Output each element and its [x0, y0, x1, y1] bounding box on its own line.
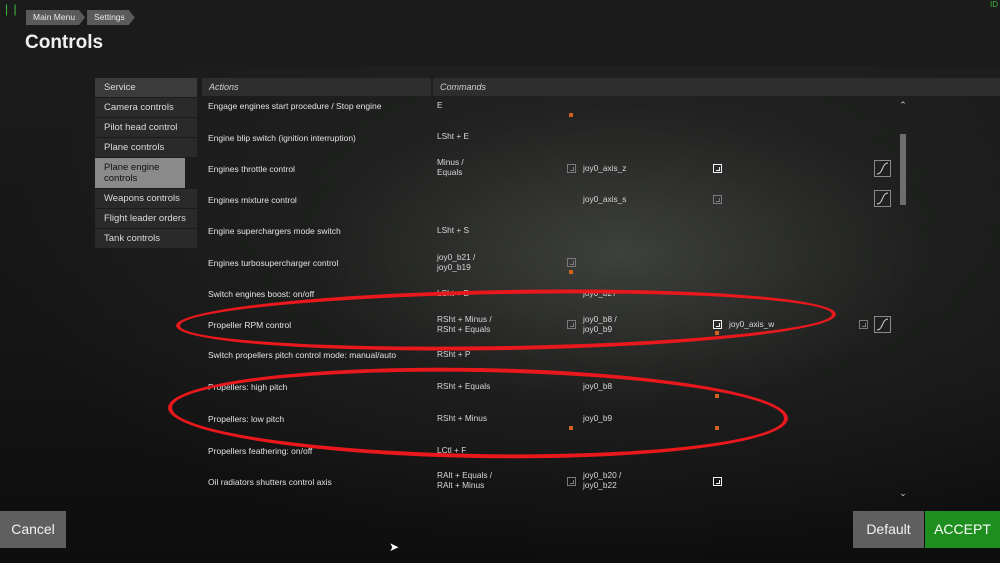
command-primary[interactable]: RSht + P [437, 349, 470, 359]
table-row[interactable]: Switch propellers pitch control mode: ma… [202, 346, 902, 377]
page-title: Controls [25, 32, 104, 53]
command-tertiary[interactable]: joy0_axis_w [729, 319, 774, 329]
command-primary[interactable]: joy0_b21 / joy0_b19 [437, 252, 489, 272]
binding-indicator[interactable] [715, 426, 719, 430]
category-sidebar: Service Camera controls Pilot head contr… [95, 78, 197, 249]
command-primary[interactable]: RAlt + Equals / RAlt + Minus [437, 470, 502, 490]
table-row[interactable]: Propellers: low pitch RSht + Minus joy0_… [202, 409, 902, 440]
action-label: Engines turbosupercharger control [208, 258, 339, 268]
command-primary[interactable]: Minus / Equals [437, 157, 485, 177]
table-row[interactable]: Propellers: high pitch RSht + Equals joy… [202, 377, 902, 408]
breadcrumb-settings[interactable]: Settings [87, 10, 135, 25]
command-secondary[interactable]: joy0_axis_s [583, 194, 626, 204]
table-row[interactable]: Propeller RPM control RSht + Minus / RSh… [202, 310, 902, 341]
scrollbar-thumb[interactable] [900, 134, 906, 205]
gamepad-icon[interactable] [567, 477, 576, 486]
accept-button[interactable]: ACCEPT [925, 511, 1000, 548]
action-label: Engines throttle control [208, 164, 295, 174]
default-button[interactable]: Default [853, 511, 924, 548]
sidebar-item-service[interactable]: Service [95, 78, 197, 97]
response-curve-icon[interactable] [874, 316, 891, 333]
action-label: Propellers feathering: on/off [208, 446, 313, 456]
action-label: Switch engines boost: on/off [208, 289, 315, 299]
gamepad-icon[interactable] [713, 477, 722, 486]
command-secondary[interactable]: joy0_b8 [583, 381, 612, 391]
fps-indicator: ID [990, 0, 998, 9]
command-primary[interactable]: RSht + Minus [437, 413, 487, 423]
command-primary[interactable]: LSht + B [437, 288, 469, 298]
gamepad-icon[interactable] [713, 195, 722, 204]
action-label: Engines mixture control [208, 195, 297, 205]
top-bar: | | ID Main Menu Settings Controls [0, 0, 1000, 66]
sidebar-item-flight-leader-orders[interactable]: Flight leader orders [95, 209, 197, 228]
binding-indicator[interactable] [715, 394, 719, 398]
gamepad-icon[interactable] [567, 320, 576, 329]
scroll-down-icon[interactable]: ⌄ [898, 488, 908, 498]
table-row[interactable]: Engines throttle control Minus / Equals … [202, 155, 902, 186]
table-row[interactable]: Engage engines start procedure / Stop en… [202, 97, 902, 128]
table-row[interactable]: Engine superchargers mode switch LSht + … [202, 222, 902, 253]
table-scrollbar[interactable]: ⌃ ⌄ [898, 100, 908, 498]
action-label: Oil radiators shutters control axis [208, 477, 332, 487]
mouse-cursor-icon: ➤ [389, 540, 400, 554]
action-label: Engine blip switch (ignition interruptio… [208, 133, 356, 143]
actions-column-header: Actions [202, 78, 431, 96]
sidebar-item-tank-controls[interactable]: Tank controls [95, 229, 197, 248]
command-secondary[interactable]: joy0_b8 / joy0_b9 [583, 314, 633, 334]
response-curve-icon[interactable] [874, 160, 891, 177]
sidebar-item-pilot-head-control[interactable]: Pilot head control [95, 118, 197, 137]
action-label: Engage engines start procedure / Stop en… [208, 101, 382, 111]
gamepad-icon[interactable] [859, 320, 868, 329]
cancel-button[interactable]: Cancel [0, 511, 66, 548]
command-primary[interactable]: RSht + Minus / RSht + Equals [437, 314, 507, 334]
gamepad-icon[interactable] [713, 164, 722, 173]
action-label: Engine superchargers mode switch [208, 226, 341, 236]
command-primary[interactable]: LSht + S [437, 225, 469, 235]
command-secondary[interactable]: joy0_b20 / joy0_b22 [583, 470, 633, 490]
action-label: Switch propellers pitch control mode: ma… [208, 350, 397, 360]
action-label: Propellers: low pitch [208, 414, 285, 424]
binding-indicator[interactable] [569, 113, 573, 117]
gamepad-icon[interactable] [567, 164, 576, 173]
table-row[interactable]: Engines turbosupercharger control joy0_b… [202, 250, 902, 281]
commands-column-header: Commands [433, 78, 1000, 96]
binding-indicator[interactable] [715, 331, 719, 335]
command-primary[interactable]: LCtl + F [437, 445, 466, 455]
action-label: Propeller RPM control [208, 320, 292, 330]
sidebar-item-plane-engine-controls[interactable]: Plane engine controls [95, 158, 185, 188]
command-secondary[interactable]: joy0_b9 [583, 413, 612, 423]
table-row[interactable]: Oil radiators shutters control axis RAlt… [202, 467, 902, 498]
status-marks: | | [5, 2, 18, 16]
response-curve-icon[interactable] [874, 190, 891, 207]
command-primary[interactable]: RSht + Equals [437, 381, 490, 391]
command-primary[interactable]: LSht + E [437, 131, 469, 141]
sidebar-item-camera-controls[interactable]: Camera controls [95, 98, 197, 117]
command-secondary[interactable]: joy0_b27 [583, 288, 617, 298]
sidebar-item-plane-controls[interactable]: Plane controls [95, 138, 197, 157]
breadcrumb: Main Menu Settings [26, 10, 137, 25]
breadcrumb-main-menu[interactable]: Main Menu [26, 10, 85, 25]
command-primary[interactable]: E [437, 100, 443, 110]
sidebar-item-weapons-controls[interactable]: Weapons controls [95, 189, 197, 208]
gamepad-icon[interactable] [567, 258, 576, 267]
action-label: Propellers: high pitch [208, 382, 288, 392]
binding-indicator[interactable] [569, 426, 573, 430]
table-row[interactable]: Engines mixture control joy0_axis_s [202, 190, 902, 221]
scroll-up-icon[interactable]: ⌃ [898, 100, 908, 110]
gamepad-icon[interactable] [713, 320, 722, 329]
binding-indicator[interactable] [569, 270, 573, 274]
command-secondary[interactable]: joy0_axis_z [583, 163, 626, 173]
